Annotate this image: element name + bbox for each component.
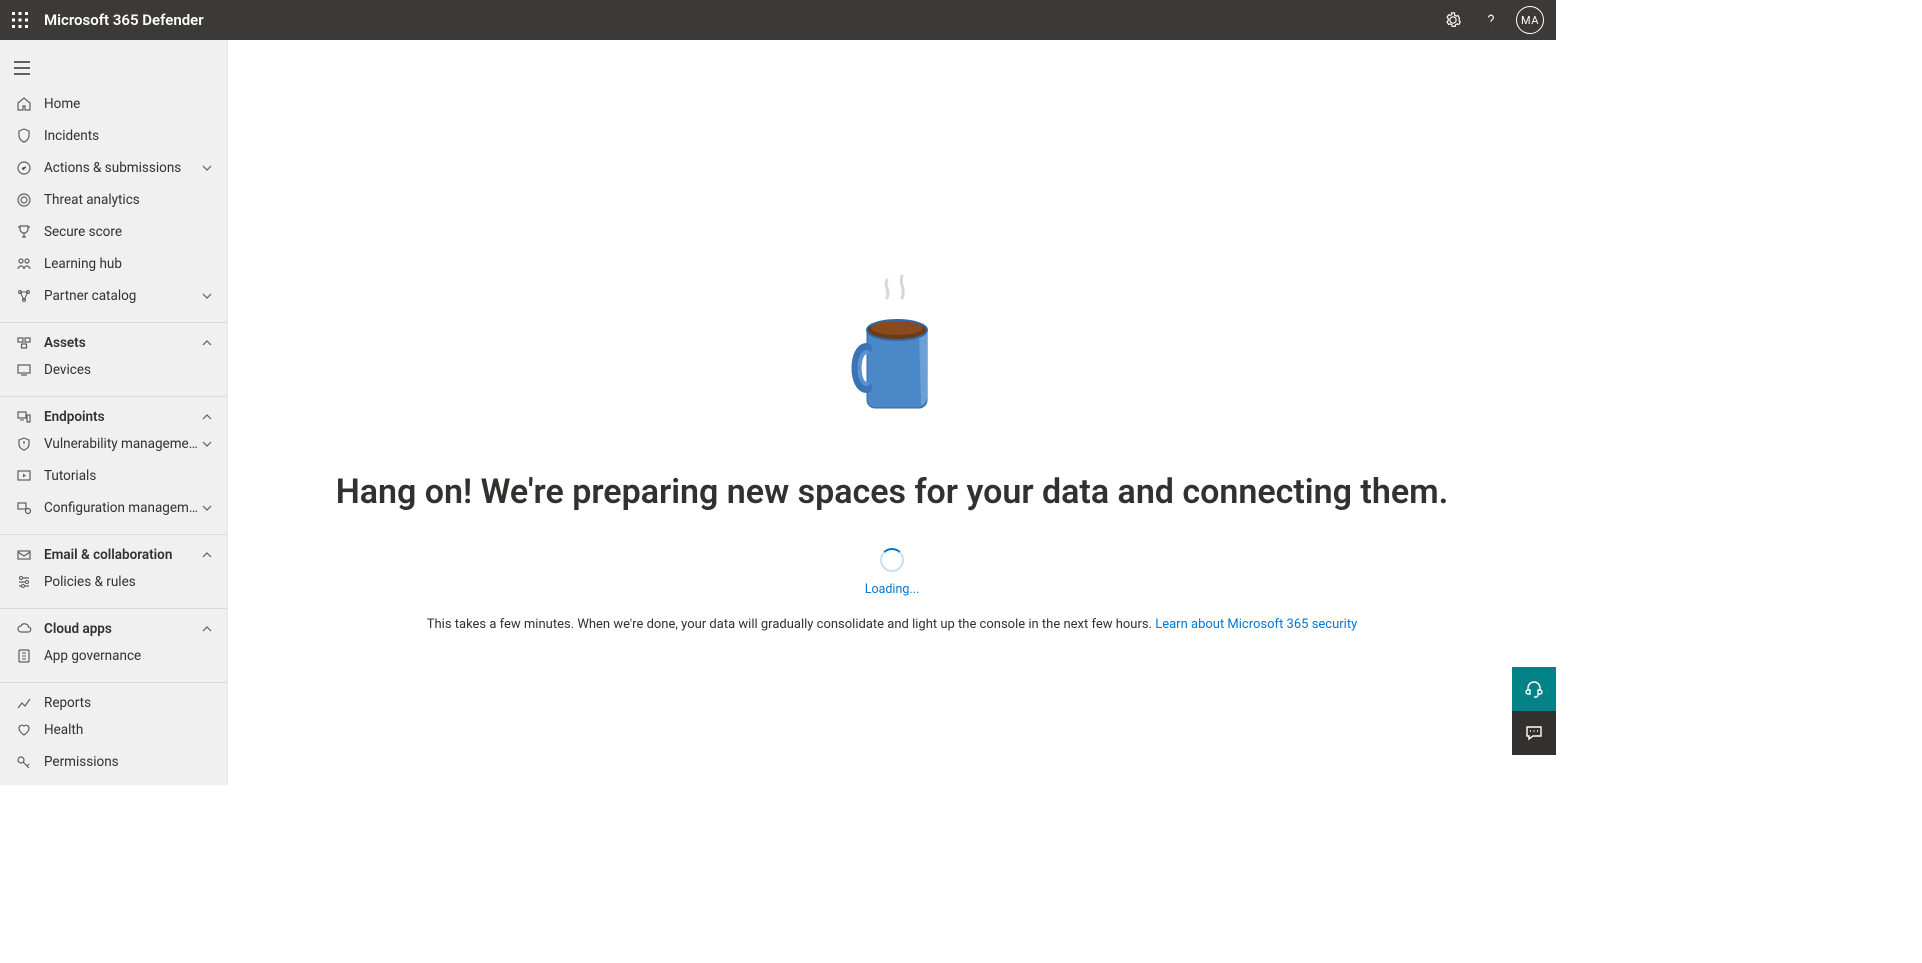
user-avatar[interactable]: MA (1516, 6, 1544, 34)
nav-tutorials[interactable]: Tutorials (0, 460, 227, 492)
endpoints-icon (14, 407, 34, 427)
help-icon (1482, 11, 1500, 29)
nav-label: Vulnerability management (44, 436, 199, 452)
nav-learning-hub[interactable]: Learning hub (0, 248, 227, 280)
tutorials-icon (14, 466, 34, 486)
learn-security-link[interactable]: Learn about Microsoft 365 security (1155, 617, 1357, 632)
health-icon (14, 720, 34, 740)
nav-incidents[interactable]: Incidents (0, 120, 227, 152)
nav-label: Home (44, 96, 215, 112)
learning-icon (14, 254, 34, 274)
actions-icon (14, 158, 34, 178)
nav-label: Actions & submissions (44, 160, 199, 176)
loading-description-row: This takes a few minutes. When we're don… (427, 617, 1358, 632)
vulnerability-icon (14, 434, 34, 454)
nav-label: Secure score (44, 224, 215, 240)
nav-header-email[interactable]: Email & collaboration (0, 534, 227, 566)
nav-label: Policies & rules (44, 574, 215, 590)
nav-policies-rules[interactable]: Policies & rules (0, 566, 227, 598)
nav-app-governance[interactable]: App governance (0, 640, 227, 672)
cloud-icon (14, 619, 34, 639)
config-icon (14, 498, 34, 518)
top-bar: Microsoft 365 Defender MA (0, 0, 1556, 40)
avatar-initials: MA (1521, 14, 1539, 27)
app-launcher-button[interactable] (0, 0, 40, 40)
main-content: Hang on! We're preparing new spaces for … (228, 40, 1556, 785)
nav-actions-submissions[interactable]: Actions & submissions (0, 152, 227, 184)
nav-header-endpoints[interactable]: Endpoints (0, 396, 227, 428)
partner-icon (14, 286, 34, 306)
governance-icon (14, 646, 34, 666)
nav-label: Reports (44, 695, 215, 711)
nav-vulnerability-management[interactable]: Vulnerability management (0, 428, 227, 460)
reports-icon (14, 693, 34, 713)
nav-label: Tutorials (44, 468, 215, 484)
home-icon (14, 94, 34, 114)
headset-icon (1524, 679, 1544, 699)
settings-button[interactable] (1434, 0, 1472, 40)
nav-home[interactable]: Home (0, 88, 227, 120)
help-button[interactable] (1472, 0, 1510, 40)
nav-health[interactable]: Health (0, 714, 227, 746)
app-title: Microsoft 365 Defender (44, 11, 204, 29)
gear-icon (1444, 11, 1462, 29)
nav-configuration-management[interactable]: Configuration management (0, 492, 227, 524)
nav-label: Permissions (44, 754, 215, 770)
chevron-down-icon (199, 503, 215, 513)
chevron-down-icon (199, 163, 215, 173)
nav-devices[interactable]: Devices (0, 354, 227, 386)
nav-label: Learning hub (44, 256, 215, 272)
chevron-up-icon (199, 412, 215, 422)
trophy-icon (14, 222, 34, 242)
nav-threat-analytics[interactable]: Threat analytics (0, 184, 227, 216)
email-icon (14, 545, 34, 565)
loading-spinner (880, 548, 904, 572)
loading-heading: Hang on! We're preparing new spaces for … (336, 472, 1449, 512)
chevron-up-icon (199, 624, 215, 634)
nav-label: Partner catalog (44, 288, 199, 304)
side-nav: Home Incidents Actions & submissions Thr… (0, 40, 228, 785)
threat-icon (14, 190, 34, 210)
nav-partner-catalog[interactable]: Partner catalog (0, 280, 227, 312)
chevron-up-icon (199, 550, 215, 560)
feedback-fab[interactable] (1512, 711, 1556, 755)
nav-label: Devices (44, 362, 215, 378)
nav-header-assets[interactable]: Assets (0, 322, 227, 354)
chevron-down-icon (199, 291, 215, 301)
nav-label: App governance (44, 648, 215, 664)
nav-label: Cloud apps (44, 621, 199, 637)
loading-description: This takes a few minutes. When we're don… (427, 617, 1155, 632)
nav-header-cloud-apps[interactable]: Cloud apps (0, 608, 227, 640)
hamburger-icon (14, 61, 30, 75)
nav-label: Health (44, 722, 215, 738)
permissions-icon (14, 752, 34, 772)
nav-label: Threat analytics (44, 192, 215, 208)
chevron-up-icon (199, 338, 215, 348)
nav-label: Incidents (44, 128, 215, 144)
support-fab[interactable] (1512, 667, 1556, 711)
shield-icon (14, 126, 34, 146)
nav-label: Email & collaboration (44, 547, 199, 563)
nav-toggle-button[interactable] (14, 61, 30, 75)
nav-label: Endpoints (44, 409, 199, 425)
loading-label: Loading... (865, 582, 920, 597)
nav-secure-score[interactable]: Secure score (0, 216, 227, 248)
nav-permissions[interactable]: Permissions (0, 746, 227, 778)
nav-reports[interactable]: Reports (0, 682, 227, 714)
chevron-down-icon (199, 439, 215, 449)
policies-icon (14, 572, 34, 592)
devices-icon (14, 360, 34, 380)
waffle-icon (12, 12, 28, 28)
feedback-icon (1524, 723, 1544, 743)
mug-illustration (837, 270, 947, 430)
nav-label: Assets (44, 335, 199, 351)
nav-label: Configuration management (44, 500, 199, 516)
assets-icon (14, 333, 34, 353)
